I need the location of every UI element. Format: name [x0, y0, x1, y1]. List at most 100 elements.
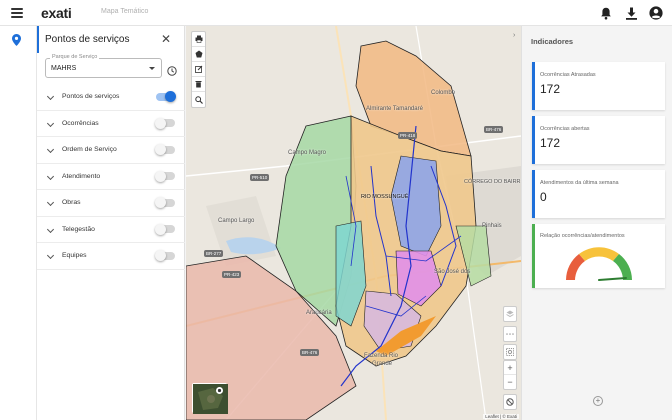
menu-icon[interactable]	[11, 8, 23, 18]
chevron-down-icon[interactable]	[46, 198, 55, 207]
trash-icon[interactable]	[192, 77, 205, 92]
map-pin-icon[interactable]	[12, 33, 21, 51]
layer-toggle[interactable]	[155, 250, 175, 262]
close-icon[interactable]: ✕	[161, 33, 171, 45]
road-shield: BR-476	[300, 349, 320, 356]
layer-toggle[interactable]	[155, 223, 175, 235]
layer-toggle[interactable]	[155, 117, 175, 129]
indicator-label: Ocorrências abertas	[540, 126, 590, 132]
indicator-value: 172	[540, 136, 561, 150]
label-grande: Grande	[372, 361, 393, 367]
layer-list: Pontos de serviços Ocorrências Ordem de Se…	[37, 84, 185, 270]
satellite-minimap[interactable]	[192, 383, 228, 414]
block-icon[interactable]	[504, 395, 516, 409]
panel-title: Pontos de serviços	[45, 34, 130, 45]
chevron-right-icon[interactable]: ›	[513, 32, 521, 44]
account-icon[interactable]	[648, 5, 664, 21]
indicator-card[interactable]: Atendimentos da última semana 0	[532, 170, 665, 218]
layer-row[interactable]: Ocorrências	[37, 111, 185, 137]
download-icon[interactable]	[623, 5, 639, 21]
more-icon[interactable]: ⋯	[504, 327, 516, 341]
gauge-needle	[598, 277, 627, 281]
map-attribution[interactable]: Leaflet | © Exati	[483, 414, 519, 419]
indicator-card[interactable]: Ocorrências abertas 172	[532, 116, 665, 164]
gauge-segment-green	[613, 254, 632, 280]
add-indicator-button[interactable]: +	[593, 396, 603, 406]
caret-down-icon	[149, 67, 155, 70]
label-rio-mossungue: RIO MOSSUNGUÊ	[361, 194, 409, 200]
indicator-label: Atendimentos da última semana	[540, 180, 619, 186]
chevron-down-icon[interactable]	[46, 119, 55, 127]
layer-row[interactable]: Telegestão	[37, 217, 185, 243]
top-bar: exati Mapa Temático	[0, 0, 672, 26]
service-park-value: MAHRS	[51, 65, 77, 72]
road-shield: PR-423	[222, 271, 242, 278]
layer-label: Atendimento	[62, 172, 101, 180]
chevron-down-icon[interactable]	[46, 92, 55, 101]
restrict-control	[503, 394, 517, 410]
label-sjp: São José dos	[434, 269, 471, 275]
map-more-control: ⋯	[503, 326, 517, 342]
chevron-down-icon[interactable]	[46, 145, 55, 154]
label-corrego: CÓRREGO DO BAIRR	[464, 179, 521, 185]
indicator-value: 0	[540, 190, 547, 204]
zoom-box-icon[interactable]	[504, 345, 516, 359]
layer-row[interactable]: Obras	[37, 190, 185, 217]
chevron-down-icon[interactable]	[46, 172, 55, 180]
indicator-card[interactable]: Ocorrências Atrasadas 172	[532, 62, 665, 110]
service-park-select[interactable]: Parque de Serviço MAHRS	[45, 54, 162, 78]
layer-row[interactable]: Atendimento	[37, 164, 185, 190]
label-campo-largo: Campo Largo	[218, 218, 255, 224]
chevron-down-icon[interactable]	[46, 225, 55, 233]
road-shield: BR-277	[204, 250, 224, 257]
layers-control	[503, 306, 517, 322]
layer-toggle[interactable]	[155, 144, 175, 156]
map-view[interactable]: Almirante Tamandaré Colombo Campo Magro …	[186, 26, 521, 420]
satellite-icon	[216, 387, 223, 394]
gauge-segment-red	[566, 254, 585, 280]
layer-row[interactable]: Pontos de serviços	[37, 84, 185, 111]
layer-label: Equipes	[62, 252, 87, 260]
service-park-legend: Parque de Serviço	[50, 54, 100, 60]
chevron-down-icon[interactable]	[46, 251, 55, 260]
layer-label: Obras	[62, 199, 81, 207]
indicators-panel: Indicadores Ocorrências Atrasadas 172 Oc…	[521, 26, 672, 420]
layer-row[interactable]: Ordem de Serviço	[37, 137, 185, 164]
polygon-draw-icon[interactable]	[192, 47, 205, 62]
map-draw-toolbar	[191, 31, 206, 108]
card-accent-bar	[532, 62, 535, 110]
gauge-segment-yellow	[579, 247, 619, 261]
layers-icon[interactable]	[504, 307, 516, 321]
layer-toggle[interactable]	[155, 170, 175, 182]
card-accent-bar	[532, 170, 535, 218]
toggle-knob	[155, 144, 166, 156]
label-araucaria: Araucária	[306, 310, 332, 316]
layer-toggle[interactable]	[156, 91, 176, 103]
layer-label: Ocorrências	[62, 119, 99, 127]
indicator-value: 172	[540, 82, 561, 96]
app-logo[interactable]: exati	[41, 5, 72, 21]
left-nav-rail	[0, 26, 37, 420]
road-shield: BR-476	[484, 126, 504, 133]
gauge-card[interactable]: Relação ocorrências/atendimentos	[532, 224, 665, 288]
card-accent-bar	[532, 116, 535, 164]
history-clock-icon[interactable]	[167, 63, 177, 81]
road-shield: PR-510	[250, 174, 270, 181]
label-pinhais: Pinhais	[482, 223, 502, 229]
page-subtitle: Mapa Temático	[101, 8, 149, 15]
bell-icon[interactable]	[598, 5, 614, 21]
edit-icon[interactable]	[192, 62, 205, 77]
toggle-knob	[155, 117, 166, 129]
print-icon[interactable]	[192, 32, 205, 47]
zoom-out-icon[interactable]: −	[504, 375, 516, 389]
zoom-in-icon[interactable]: +	[504, 361, 516, 375]
layer-row[interactable]: Equipes	[37, 243, 185, 270]
label-campo-magro: Campo Magro	[288, 150, 327, 156]
search-icon[interactable]	[192, 92, 205, 107]
layer-toggle[interactable]	[155, 197, 175, 209]
layer-label: Telegestão	[62, 225, 95, 233]
label-colombo: Colombo	[431, 90, 456, 96]
toggle-knob	[155, 223, 166, 235]
indicators-title: Indicadores	[531, 37, 574, 46]
toggle-knob	[155, 197, 166, 209]
